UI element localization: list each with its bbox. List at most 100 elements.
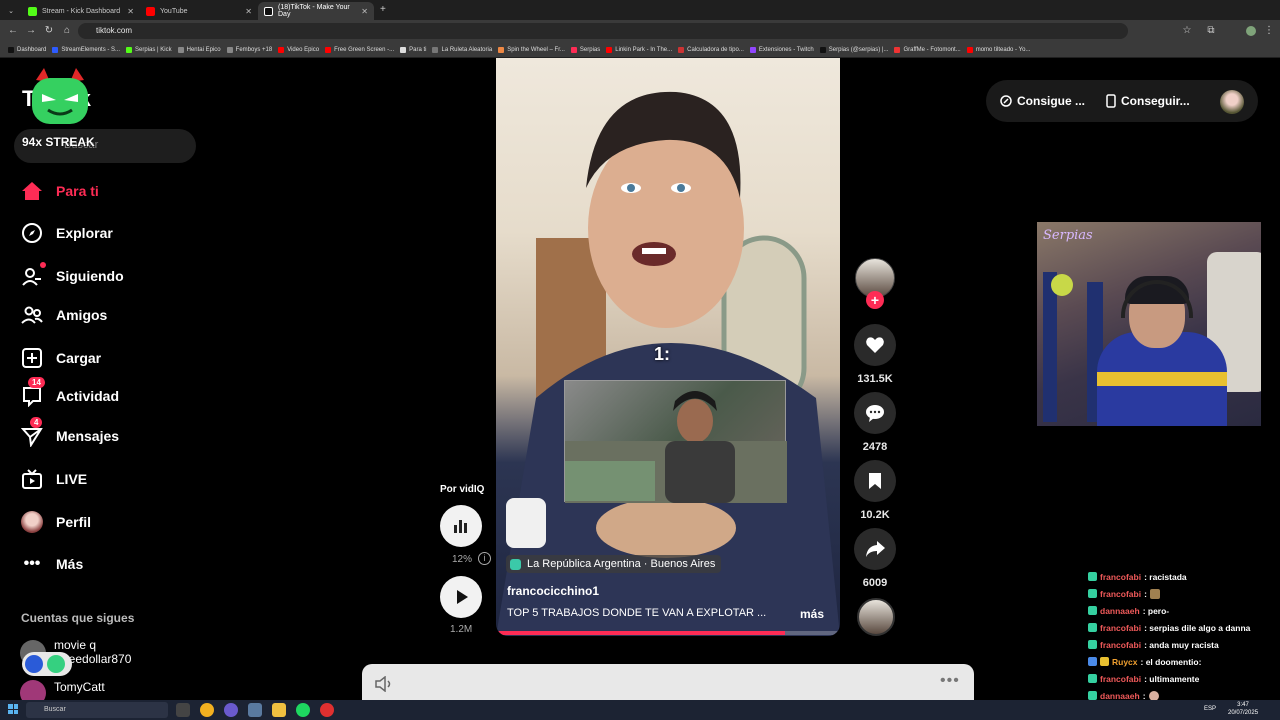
menu-icon[interactable]: ⋮ <box>1262 24 1276 38</box>
nav-cargar[interactable]: Cargar <box>20 343 101 373</box>
chat-user: francofabi <box>1100 622 1142 633</box>
forward-icon[interactable]: → <box>24 24 38 38</box>
bookmark-item[interactable]: Serpias | Kick <box>126 46 172 53</box>
bookmark-icon <box>894 46 901 53</box>
bookmark-item[interactable]: Serpias (@serpias) |... <box>819 46 888 53</box>
chat-user: dannaaeh <box>1100 690 1140 701</box>
nav-live[interactable]: LIVE <box>20 464 87 494</box>
chat-message: francofabi: anda muy racista <box>1088 636 1273 653</box>
chat-text: : <box>1144 588 1147 599</box>
vidiq-stats-button[interactable] <box>440 505 482 547</box>
nav-amigos[interactable]: Amigos <box>20 300 107 330</box>
new-tab-button[interactable]: + <box>380 4 386 15</box>
star-icon[interactable]: ☆ <box>1180 24 1194 38</box>
close-icon[interactable]: ✕ <box>245 7 252 16</box>
volume-icon[interactable] <box>374 676 394 692</box>
reload-icon[interactable]: ↻ <box>42 24 56 38</box>
spotify-icon[interactable] <box>296 703 310 717</box>
nav-mas[interactable]: ••• Más <box>20 549 84 579</box>
home-icon[interactable]: ⌂ <box>60 24 74 38</box>
taskbar-search[interactable]: Buscar <box>26 702 168 718</box>
profile-icon[interactable] <box>1246 26 1256 36</box>
badge-icon <box>1100 657 1109 666</box>
bookmark-item[interactable]: Free Green Screen -... <box>325 46 394 53</box>
back-icon[interactable]: ← <box>6 24 20 38</box>
comment-button[interactable] <box>854 392 896 434</box>
bookmark-icon <box>869 473 881 489</box>
floating-extension-widget[interactable] <box>22 652 72 676</box>
like-button[interactable] <box>854 324 896 366</box>
bookmark-item[interactable]: Hentai Epico <box>177 46 221 53</box>
bookmark-icon <box>966 46 973 53</box>
nav-actividad[interactable]: 14 Actividad <box>20 377 119 411</box>
share-button[interactable] <box>854 528 896 570</box>
get-coins-button[interactable]: Consigue ... <box>1000 94 1085 108</box>
bookmark-item[interactable]: Para ti <box>400 46 426 53</box>
get-app-button[interactable]: Conseguir... <box>1106 94 1190 108</box>
bookmark-item[interactable]: Extensiones - Twitch <box>749 46 814 53</box>
tab-menu-button[interactable]: ⌄ <box>4 2 18 20</box>
bookmark-item[interactable]: Calculadora de tipo... <box>678 46 744 53</box>
bookmark-icon <box>606 46 613 53</box>
folder-icon[interactable] <box>272 703 286 717</box>
tab-tiktok[interactable]: (18)TikTok - Make Your Day ✕ <box>258 2 374 20</box>
steam-icon[interactable] <box>248 703 262 717</box>
location-label: La República Argentina · Buenos Aires <box>527 558 716 570</box>
video-author[interactable]: francocicchino1 <box>507 584 599 598</box>
nav-para-ti[interactable]: Para ti <box>20 176 99 206</box>
language-indicator[interactable]: ESP <box>1204 706 1216 712</box>
close-icon[interactable]: ✕ <box>127 7 134 16</box>
bookmark-item[interactable]: Video Epico <box>278 46 319 53</box>
nav-explorar[interactable]: Explorar <box>20 218 113 248</box>
close-icon[interactable]: ✕ <box>361 7 368 16</box>
account-item[interactable]: TomyCatt <box>54 680 105 694</box>
bar-chart-icon <box>454 520 467 533</box>
start-icon[interactable] <box>8 704 18 714</box>
bookmark-item[interactable]: Serpias <box>570 46 600 53</box>
chat-text: : racistada <box>1144 571 1187 582</box>
chrome-icon[interactable] <box>200 703 214 717</box>
task-view-icon[interactable] <box>176 703 190 717</box>
nav-mensajes[interactable]: 4 Mensajes <box>20 417 119 451</box>
video-progress-fill <box>496 631 785 635</box>
follow-plus-button[interactable]: + <box>866 291 884 309</box>
tab-kick[interactable]: Stream - Kick Dashboard ✕ <box>22 2 140 20</box>
music-disc-avatar[interactable] <box>857 598 895 636</box>
more-button[interactable]: más <box>800 607 824 621</box>
bookmark-item[interactable]: Femboys +18 <box>226 46 272 53</box>
more-options-icon[interactable]: ••• <box>940 672 960 690</box>
save-button[interactable] <box>854 460 896 502</box>
windows-taskbar <box>0 700 1280 720</box>
chat-user: francofabi <box>1100 673 1142 684</box>
bookmark-item[interactable]: La Ruleta Aleatoria <box>432 46 492 53</box>
chat-message: francofabi: <box>1088 585 1273 602</box>
bookmark-icon <box>226 46 233 53</box>
tab-youtube[interactable]: YouTube ✕ <box>140 2 258 20</box>
more-dots-icon: ••• <box>23 555 41 572</box>
vidiq-play-button[interactable] <box>440 576 482 618</box>
account-avatar[interactable] <box>20 680 46 700</box>
bookmark-item[interactable]: Linkin Park - In The... <box>606 46 673 53</box>
location-tag[interactable]: La República Argentina · Buenos Aires <box>506 555 722 573</box>
bookmark-item[interactable]: Dashboard <box>8 46 46 53</box>
system-clock[interactable]: 3:47 20/07/2025 <box>1228 701 1258 717</box>
bookmark-label: Linkin Park - In The... <box>615 46 673 53</box>
badge-icon <box>1088 691 1097 700</box>
discord-icon[interactable] <box>224 703 238 717</box>
bookmark-item[interactable]: GraffMe - Fotomont... <box>894 46 961 53</box>
video-player[interactable]: 1: La República Argentina · Buenos Aires… <box>496 58 840 636</box>
chat-text: : el doomentio: <box>1140 656 1202 667</box>
bookmark-item[interactable]: Spin the Wheel – Fr... <box>498 46 565 53</box>
nav-siguiendo[interactable]: Siguiendo <box>20 261 124 291</box>
obs-icon[interactable] <box>320 703 334 717</box>
vidiq-title: Por vidIQ <box>440 484 485 495</box>
bookmark-item[interactable]: momo tilteado - Yo... <box>966 46 1030 53</box>
profile-avatar[interactable] <box>1220 90 1244 114</box>
bookmark-item[interactable]: StreamElements - S... <box>52 46 120 53</box>
url-field[interactable]: tiktok.com <box>78 23 1128 39</box>
extensions-icon[interactable]: ⧉ <box>1204 24 1218 38</box>
nav-perfil[interactable]: Perfil <box>20 507 91 537</box>
kick-icon <box>28 6 37 16</box>
nav-label: LIVE <box>56 471 88 487</box>
info-icon[interactable]: i <box>478 552 491 565</box>
